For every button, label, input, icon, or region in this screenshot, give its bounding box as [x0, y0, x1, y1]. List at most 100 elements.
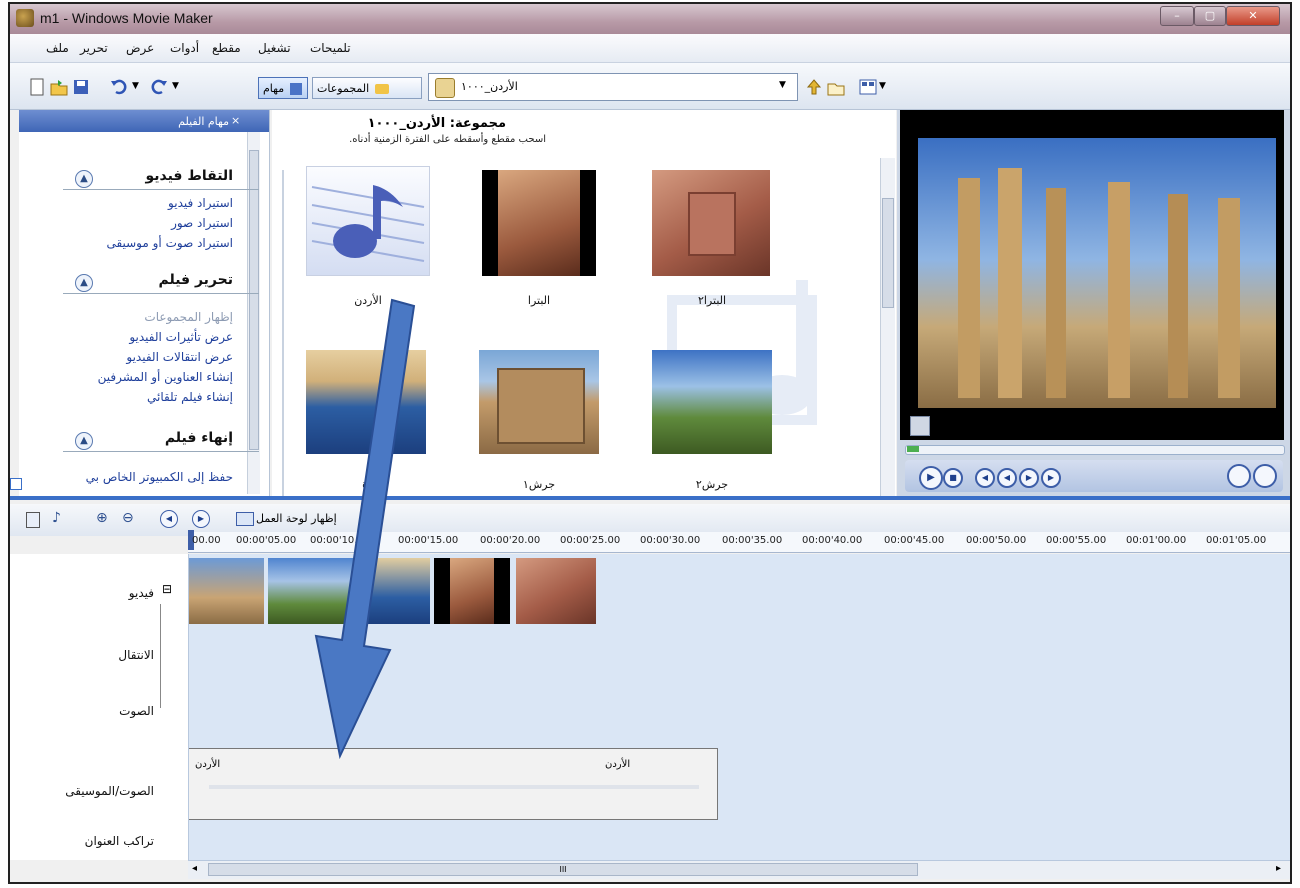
collection-item-sea[interactable] [306, 350, 426, 454]
next-frame-icon[interactable]: ▶ [1041, 468, 1061, 488]
tasks-scroll-thumb[interactable] [249, 150, 259, 450]
video-clip[interactable] [358, 558, 430, 624]
preview-monitor: ▶ ■ ◀ ◀ ▶ ▶ [897, 110, 1290, 496]
menu-tools[interactable]: أدوات [170, 41, 199, 55]
menu-tips[interactable]: تلميحات [310, 41, 351, 55]
column [1108, 182, 1130, 398]
collection-item-petra2[interactable] [652, 170, 770, 276]
video-clip[interactable] [516, 558, 596, 624]
task-make-titles[interactable]: إنشاء العناوين أو المشرفين [98, 370, 233, 384]
menu-view[interactable]: عرض [126, 41, 154, 55]
rewind-icon[interactable]: ◀ [997, 468, 1017, 488]
collapse-finish-icon[interactable]: ▲ [75, 432, 93, 450]
expand-video-track-icon[interactable]: ⊟ [162, 582, 172, 596]
stop-icon[interactable]: ■ [943, 468, 963, 488]
collection-item-jerash1[interactable] [479, 350, 599, 454]
timeline-options-icon[interactable] [26, 512, 40, 528]
music-track[interactable]: الأردن الأردن [188, 746, 1290, 823]
preview-screen [900, 110, 1284, 440]
new-collection-icon[interactable] [827, 78, 845, 96]
collection-dropdown[interactable]: الأردن_١٠٠٠ ▼ [428, 73, 798, 101]
task-show-collections[interactable]: إظهار المجموعات [144, 310, 233, 324]
undo-dropdown-icon[interactable]: ▼ [132, 81, 150, 99]
item-label: جرش١ [522, 478, 556, 491]
zoom-in-icon[interactable]: ⊕ [96, 510, 108, 526]
scroll-right-icon[interactable]: ▸ [1276, 863, 1281, 874]
collapse-edit-icon[interactable]: ▲ [75, 274, 93, 292]
task-automovie[interactable]: إنشاء فيلم تلقائي [147, 390, 233, 404]
task-import-pictures[interactable]: استيراد صور [171, 216, 233, 230]
save-project-icon[interactable] [72, 78, 90, 96]
video-clip[interactable] [188, 558, 264, 624]
section-capture-title: التقاط فيديو [145, 168, 233, 184]
menu-edit[interactable]: تحرير [80, 41, 108, 55]
menu-play[interactable]: تشغيل [258, 41, 291, 55]
collection-scroll-thumb[interactable] [882, 198, 894, 308]
minimize-button[interactable]: – [1160, 6, 1194, 26]
seek-thumb[interactable] [907, 446, 919, 452]
task-view-transitions[interactable]: عرض انتقالات الفيديو [126, 350, 233, 364]
folder-icon [374, 84, 389, 94]
snapshot-icon[interactable] [1253, 464, 1277, 488]
track-label-transition: الانتقال [118, 648, 154, 662]
full-screen-icon[interactable] [1227, 464, 1251, 488]
item-label: ١ة [362, 478, 374, 491]
collection-title: مجموعة: الأردن_١٠٠٠ [367, 116, 506, 131]
scroll-left-icon[interactable]: ◂ [192, 863, 197, 874]
task-view-effects[interactable]: عرض تأثيرات الفيديو [129, 330, 233, 344]
collection-scrollbar[interactable] [880, 158, 895, 496]
task-save-to-computer[interactable]: حفظ إلى الكمبيوتر الخاص بي [86, 470, 233, 484]
splitter-handle[interactable] [10, 478, 22, 490]
collection-hint: .اسحب مقطع وأسقطه على الفترة الزمنية أدن… [349, 134, 546, 145]
title-overlay-track[interactable] [188, 822, 1290, 861]
menu-clip[interactable]: مقطع [212, 41, 241, 55]
preview-seek-bar[interactable] [905, 445, 1285, 455]
time-ruler[interactable]: 00.00 00:00'05.00 00:00'10.00 00:00'15.0… [188, 530, 1290, 553]
views-dropdown-icon[interactable]: ▼ [879, 81, 897, 99]
audio-track[interactable] [188, 670, 1290, 747]
zoom-out-icon[interactable]: ⊖ [122, 510, 134, 526]
views-icon[interactable] [859, 78, 877, 96]
pane-divider[interactable] [10, 496, 1290, 500]
transition-track[interactable] [188, 628, 1290, 671]
video-clip[interactable] [268, 558, 358, 624]
new-project-icon[interactable] [28, 78, 46, 96]
task-import-audio[interactable]: استيراد صوت أو موسيقى [106, 236, 233, 250]
up-one-level-icon[interactable] [805, 78, 823, 96]
collection-item-petra[interactable] [482, 170, 596, 276]
maximize-button[interactable]: ▢ [1194, 6, 1226, 26]
previous-frame-icon[interactable]: ◀ [975, 468, 995, 488]
play-icon[interactable]: ▶ [919, 466, 943, 490]
tasks-scrollbar[interactable] [247, 132, 260, 494]
section-divider [63, 189, 259, 190]
split-clip-icon[interactable] [910, 416, 930, 436]
close-button[interactable]: ✕ [1226, 6, 1280, 26]
playback-controls: ▶ ■ ◀ ◀ ▶ ▶ [905, 460, 1283, 492]
narrate-icon[interactable]: ♪ [52, 510, 61, 526]
redo-icon[interactable] [150, 78, 168, 96]
collection-item-audio[interactable] [306, 166, 430, 276]
close-icon[interactable]: × [231, 114, 240, 127]
redo-dropdown-icon[interactable]: ▼ [172, 81, 190, 99]
tasks-button[interactable]: مهام [258, 77, 308, 99]
forward-icon[interactable]: ▶ [1019, 468, 1039, 488]
audio-clip[interactable]: الأردن الأردن [188, 748, 718, 820]
menu-file[interactable]: ملف [46, 41, 69, 55]
task-import-video[interactable]: استيراد فيديو [168, 196, 233, 210]
show-storyboard-button[interactable]: إظهار لوحة العمل [256, 512, 337, 525]
title-bar: m1 - Windows Movie Maker – ▢ ✕ [10, 4, 1290, 34]
video-clip[interactable] [434, 558, 510, 624]
collections-button[interactable]: المجموعات [312, 77, 422, 99]
collapse-capture-icon[interactable]: ▲ [75, 170, 93, 188]
storyboard-icon[interactable] [236, 512, 254, 526]
undo-icon[interactable] [110, 78, 128, 96]
play-timeline-icon[interactable]: ▶ [192, 510, 210, 528]
timeline-scrollbar[interactable]: ◂ III ▸ [188, 860, 1290, 879]
tasks-pane-header: × مهام الفيلم [19, 110, 269, 132]
timeline-scroll-thumb[interactable]: III [208, 863, 918, 876]
collection-item-jerash2[interactable] [652, 350, 772, 454]
video-track[interactable] [188, 554, 1290, 629]
rewind-timeline-icon[interactable]: ◀ [160, 510, 178, 528]
open-project-icon[interactable] [50, 78, 68, 96]
track-label-title-overlay: تراكب العنوان [84, 834, 154, 848]
